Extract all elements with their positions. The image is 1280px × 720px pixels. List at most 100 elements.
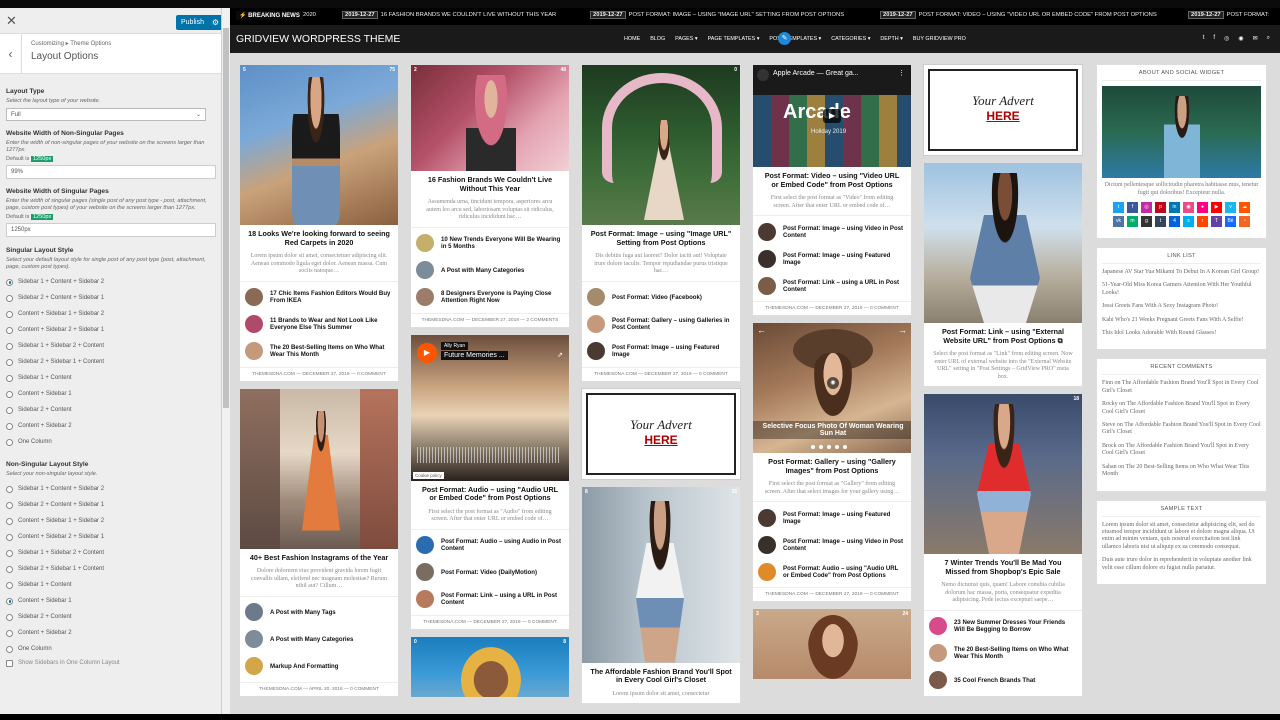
related-post[interactable]: The 20 Best-Selling Items on Who What We… [245, 338, 393, 365]
ticker-item[interactable]: 2019-12-27 POST FORMAT: IMAGE – USING "IM… [590, 11, 844, 19]
post-title[interactable]: 40+ Best Fashion Instagrams of the Year [240, 549, 398, 567]
related-post[interactable]: 8 Designers Everyone is Paying Close Att… [416, 284, 564, 311]
radio-icon[interactable] [6, 485, 13, 493]
slider-dot[interactable] [835, 445, 839, 449]
related-post[interactable]: 35 Cool French Brands That [929, 667, 1077, 694]
back-arrow-icon[interactable]: ‹ [0, 34, 22, 74]
radio-icon[interactable] [6, 294, 13, 302]
radio-option[interactable]: Sidebar 1 + Sidebar 2 + Content [6, 338, 215, 354]
next-arrow-icon[interactable]: → [898, 325, 907, 335]
radio-icon[interactable] [6, 326, 13, 334]
radio-icon[interactable] [6, 565, 13, 573]
comment-post-link[interactable]: The Affordable Fashion Brand You'll Spot… [1102, 380, 1258, 393]
close-icon[interactable]: ✕ [6, 13, 17, 29]
radio-option[interactable]: Sidebar 2 + Content + Sidebar 1 [6, 290, 215, 306]
play-icon[interactable]: ▶ [417, 342, 437, 363]
related-post[interactable]: Markup And Formatting [245, 653, 393, 680]
menu-item-buy-pro[interactable]: BUY GRIDVIEW PRO [913, 36, 966, 42]
checkbox-icon[interactable] [6, 659, 13, 667]
twitter-icon[interactable]: t [1113, 202, 1124, 213]
radio-option[interactable]: Content + Sidebar 2 [6, 625, 215, 641]
radio-icon[interactable] [6, 533, 13, 541]
vimeo-icon[interactable]: v [1225, 202, 1236, 213]
gear-icon[interactable]: ⚙ [212, 15, 219, 30]
radio-icon[interactable] [6, 374, 13, 382]
reddit-icon[interactable]: r [1197, 216, 1208, 227]
related-post[interactable]: A Post with Many Tags [245, 599, 393, 626]
radio-icon[interactable] [6, 422, 13, 430]
radio-option[interactable]: Content + Sidebar 1 + Sidebar 2 [6, 306, 215, 322]
radio-option[interactable]: Sidebar 2 + Content [6, 402, 215, 418]
linkedin-icon[interactable]: in [1169, 202, 1180, 213]
twitch-icon[interactable]: T [1211, 216, 1222, 227]
gallery-slider[interactable]: ← → ◉ Selective Focus Photo Of Woman Wea… [753, 323, 911, 453]
post-title[interactable]: Post Format: Gallery – using "Gallery Im… [753, 453, 911, 479]
post-thumbnail[interactable] [240, 388, 398, 549]
link-item[interactable]: Kahi Who's 21 Weeks Pregnant Greets Fans… [1102, 317, 1261, 324]
radio-icon[interactable] [6, 629, 13, 637]
radio-option[interactable]: Sidebar 1 + Content [6, 577, 215, 593]
post-title[interactable]: 16 Fashion Brands We Couldn't Live Witho… [411, 171, 569, 197]
behance-icon[interactable]: Bē [1225, 216, 1236, 227]
slider-dot[interactable] [843, 445, 847, 449]
flickr-icon[interactable]: ● [1197, 202, 1208, 213]
instagram-icon[interactable]: ◎ [1224, 35, 1229, 42]
post-thumbnail[interactable]: 0 [582, 65, 740, 225]
prev-arrow-icon[interactable]: ← [757, 325, 766, 335]
ticker-item[interactable]: 2020 [303, 12, 316, 18]
radio-option[interactable]: Sidebar 2 + Content [6, 609, 215, 625]
menu-item-depth[interactable]: DEPTH ▾ [880, 36, 902, 42]
radio-icon[interactable] [6, 581, 13, 589]
radio-icon[interactable] [6, 501, 13, 509]
slider-dot[interactable] [819, 445, 823, 449]
video-title[interactable]: Apple Arcade — Great ga... [773, 70, 859, 77]
channel-name[interactable]: Ally Ryan [441, 341, 469, 350]
post-title[interactable]: 18 Looks We're looking forward to seeing… [240, 225, 398, 251]
scrollbar-thumb[interactable] [223, 28, 229, 408]
radio-icon[interactable] [6, 438, 13, 446]
comment-post-link[interactable]: The 20 Best-Selling Items on Who What We… [1102, 464, 1249, 477]
foursquare-icon[interactable]: 4 [1169, 216, 1180, 227]
comment-author[interactable]: Sahan [1102, 464, 1117, 470]
radio-option[interactable]: Sidebar 1 + Sidebar 2 + Content [6, 545, 215, 561]
video-embed[interactable]: Apple Arcade — Great ga... ⋮ Arcade Holi… [753, 65, 911, 167]
related-post[interactable]: Post Format: Image – using Video in Post… [758, 218, 906, 245]
customizer-edit-shortcut-icon[interactable]: ✎ [778, 32, 791, 45]
post-thumbnail[interactable] [924, 163, 1082, 323]
publish-button[interactable]: Publish ⚙ [176, 15, 221, 30]
share-icon[interactable]: ⇗ [557, 351, 563, 359]
radio-icon[interactable] [6, 358, 13, 366]
ticker-item[interactable]: 2019-12-27 POST FORMAT: VIDEO – USING "VI… [880, 11, 1157, 19]
singular-width-input[interactable]: 1250px [6, 223, 216, 237]
related-post[interactable]: 17 Chic Items Fashion Editors Would Buy … [245, 284, 393, 311]
checkbox-option[interactable]: Show Sidebars in One Column Layout [6, 657, 215, 669]
radio-option[interactable]: Content + Sidebar 1 + Sidebar 2 [6, 513, 215, 529]
ticker-item[interactable]: 2019-12-27 16 FASHION BRANDS WE COULDN'T … [342, 11, 556, 19]
radio-icon[interactable] [6, 390, 13, 398]
related-post[interactable]: Post Format: Audio – using Audio in Post… [416, 532, 564, 559]
radio-option[interactable]: Content + Sidebar 1 [6, 593, 215, 609]
related-post[interactable]: 11 Brands to Wear and Not Look Like Ever… [245, 311, 393, 338]
comment-post-link[interactable]: The Affordable Fashion Brand You'll Spot… [1102, 401, 1250, 414]
related-post[interactable]: Post Format: Gallery – using Galleries i… [587, 311, 735, 338]
email-icon[interactable]: ✉ [1253, 35, 1258, 42]
related-post[interactable]: Post Format: Image – using Featured Imag… [587, 338, 735, 365]
radio-option[interactable]: One Column [6, 641, 215, 657]
instagram-icon[interactable]: ◎ [1141, 202, 1152, 213]
post-thumbnail[interactable]: 3 24 [753, 609, 911, 679]
post-title[interactable]: Post Format: Image – using "Image URL" S… [582, 225, 740, 251]
link-item[interactable]: Jessi Greets Fans With A Sexy Instagram … [1102, 303, 1261, 310]
radio-option[interactable]: Content + Sidebar 1 [6, 386, 215, 402]
menu-item-page-templates[interactable]: PAGE TEMPLATES ▾ [708, 36, 760, 42]
radio-icon[interactable] [6, 613, 13, 621]
radio-selected-icon[interactable] [6, 597, 13, 605]
comment-post-link[interactable]: The Affordable Fashion Brand You'll Spot… [1102, 443, 1249, 456]
post-thumbnail[interactable]: 2 48 [411, 65, 569, 171]
rss-icon[interactable]: ◔ [1239, 216, 1250, 227]
link-item[interactable]: 51-Year-Old Miss Korea Garners Attention… [1102, 282, 1261, 297]
radio-icon[interactable] [6, 517, 13, 525]
related-post[interactable]: Post Format: Video (DailyMotion) [416, 559, 564, 586]
post-title[interactable]: Post Format: Link – using "External Webs… [924, 323, 1082, 349]
customizer-scrollbar[interactable] [222, 8, 230, 714]
post-title[interactable]: The Affordable Fashion Brand You'll Spot… [582, 663, 740, 689]
